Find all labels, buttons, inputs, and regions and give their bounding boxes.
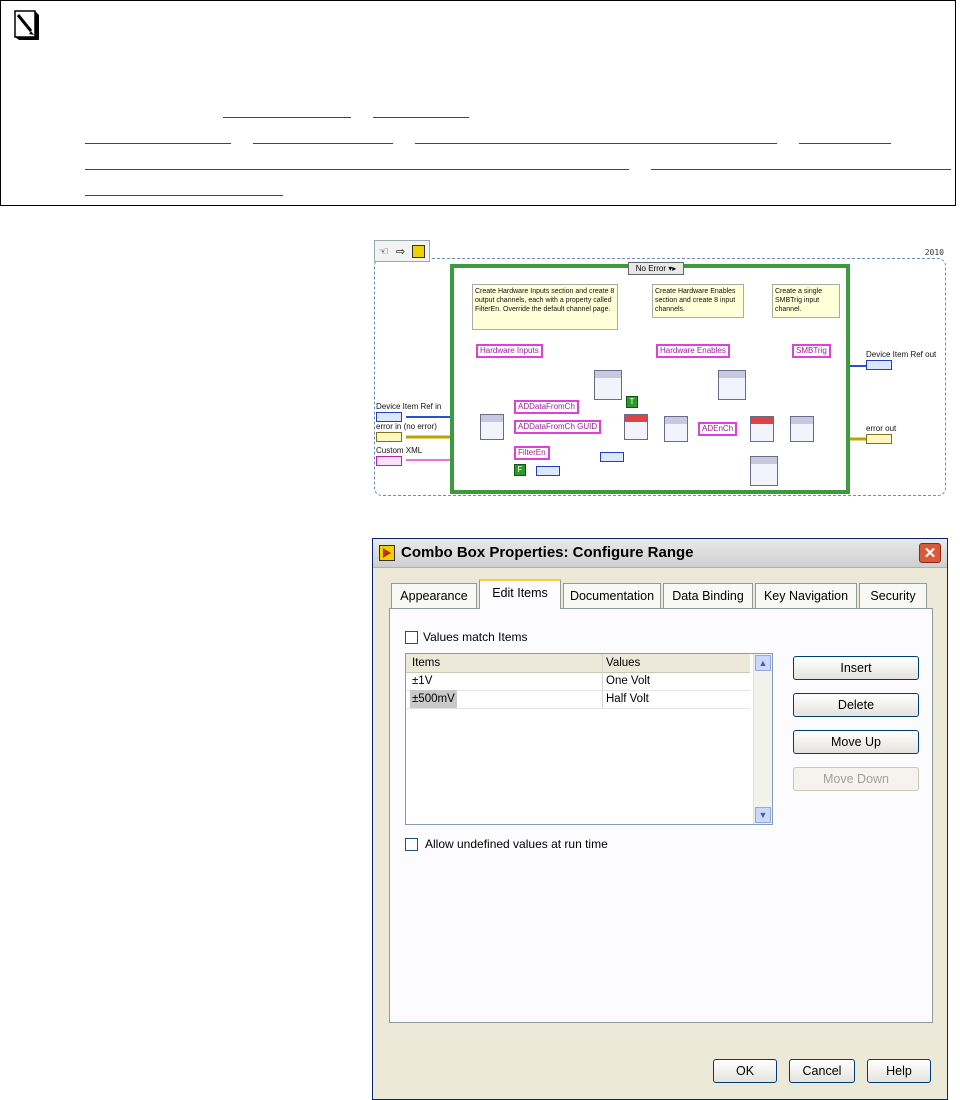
create-section-node-3[interactable] — [790, 416, 814, 442]
table-scrollbar[interactable]: ▲ ▼ — [753, 654, 772, 824]
scroll-up-button[interactable]: ▲ — [755, 655, 771, 671]
string-hardware-inputs: Hardware Inputs — [476, 344, 543, 358]
allow-undefined-values-label: Allow undefined values at run time — [425, 837, 608, 851]
comment-hw-enables: Create Hardware Enables section and crea… — [652, 284, 744, 318]
cancel-button[interactable]: Cancel — [789, 1059, 855, 1083]
string-adench: ADEnCh — [698, 422, 738, 436]
create-section-node-2[interactable] — [664, 416, 688, 442]
false-constant: F — [514, 464, 526, 476]
note-link-2[interactable] — [373, 117, 469, 118]
custom-xml-label: Custom XML — [376, 446, 423, 455]
values-match-items-checkbox[interactable] — [405, 631, 418, 644]
move-up-button[interactable]: Move Up — [793, 730, 919, 754]
string-hardware-enables: Hardware Enables — [656, 344, 730, 358]
create-channels-node-1[interactable] — [624, 414, 648, 440]
values-match-items-label: Values match Items — [423, 630, 528, 644]
tab-edit-items[interactable]: Edit Items — [479, 579, 561, 609]
device-item-ref-in-label: Device Item Ref in — [376, 402, 442, 411]
item-cell[interactable]: ±1V — [412, 672, 432, 690]
create-section-node-1[interactable] — [480, 414, 504, 440]
items-table[interactable]: Items Values ±1V One Volt ±500mV Half Vo… — [405, 653, 773, 825]
table-row[interactable]: ±1V One Volt — [406, 672, 750, 691]
column-header-items[interactable]: Items — [412, 654, 440, 672]
note-link-1[interactable] — [223, 117, 351, 118]
move-down-button[interactable]: Move Down — [793, 767, 919, 791]
property-terminal-2 — [536, 466, 560, 476]
error-in-label: error in (no error) — [376, 422, 437, 431]
device-item-ref-out-terminal[interactable] — [866, 360, 892, 370]
string-addatafromch: ADDataFromCh — [514, 400, 579, 414]
note-link-4[interactable] — [253, 143, 393, 144]
tab-key-navigation[interactable]: Key Navigation — [755, 583, 857, 608]
error-out-terminal[interactable] — [866, 434, 892, 444]
insert-button[interactable]: Insert — [793, 656, 919, 680]
note-link-5[interactable] — [415, 143, 777, 144]
string-filteren: FilterEn — [514, 446, 550, 460]
labview-icon — [379, 545, 395, 561]
note-link-9[interactable] — [85, 195, 283, 196]
value-cell[interactable]: One Volt — [606, 672, 650, 690]
item-cell[interactable]: ±500mV — [410, 690, 457, 708]
subvi-node-2[interactable] — [718, 370, 746, 400]
case-selector[interactable]: No Error ▾▸ — [628, 262, 684, 275]
dialog-title-bar[interactable]: Combo Box Properties: Configure Range ✕ — [373, 539, 947, 568]
note-pencil-icon — [14, 10, 39, 40]
delete-button[interactable]: Delete — [793, 693, 919, 717]
string-addatafromch-guid: ADDataFromCh GUID — [514, 420, 602, 434]
create-channels-node-2[interactable] — [750, 416, 774, 442]
table-row[interactable]: ±500mV Half Volt — [406, 690, 750, 709]
column-divider — [602, 654, 603, 708]
tab-security[interactable]: Security — [859, 583, 927, 608]
device-item-ref-out-label: Device Item Ref out — [866, 350, 937, 359]
comment-hw-inputs: Create Hardware Inputs section and creat… — [472, 284, 618, 330]
items-table-header: Items Values — [406, 654, 750, 673]
subvi-node-1[interactable] — [594, 370, 622, 400]
error-out-label: error out — [866, 424, 897, 433]
allow-undefined-values-checkbox[interactable] — [405, 838, 418, 851]
close-button[interactable]: ✕ — [919, 543, 941, 563]
value-cell[interactable]: Half Volt — [606, 690, 649, 708]
true-constant: T — [626, 396, 638, 408]
tab-documentation[interactable]: Documentation — [563, 583, 661, 608]
custom-xml-terminal[interactable] — [376, 456, 402, 466]
subvi-node-3[interactable] — [750, 456, 778, 486]
block-diagram: ☜ ⇨ 2010 No Error ▾▸ Create Hardware Inp… — [372, 240, 948, 498]
scroll-down-button[interactable]: ▼ — [755, 807, 771, 823]
note-link-6[interactable] — [799, 143, 891, 144]
device-item-ref-in-terminal[interactable] — [376, 412, 402, 422]
error-in-terminal[interactable] — [376, 432, 402, 442]
note-link-8[interactable] — [651, 169, 951, 170]
column-header-values[interactable]: Values — [606, 654, 640, 672]
tab-appearance[interactable]: Appearance — [391, 583, 477, 608]
comment-smbtrig: Create a single SMBTrig input channel. — [772, 284, 840, 318]
note-link-3[interactable] — [85, 143, 231, 144]
string-smbtrig: SMBTrig — [792, 344, 831, 358]
help-button[interactable]: Help — [867, 1059, 931, 1083]
note-box — [0, 0, 956, 206]
chevron-up-icon: ▲ — [758, 658, 768, 668]
dialog-title: Combo Box Properties: Configure Range — [401, 544, 694, 561]
chevron-down-icon: ▼ — [758, 810, 768, 820]
property-terminal-1 — [600, 452, 624, 462]
close-icon: ✕ — [923, 545, 937, 562]
note-link-7[interactable] — [85, 169, 629, 170]
ok-button[interactable]: OK — [713, 1059, 777, 1083]
tab-data-binding[interactable]: Data Binding — [663, 583, 753, 608]
combo-box-properties-dialog: Combo Box Properties: Configure Range ✕ … — [372, 538, 948, 1100]
